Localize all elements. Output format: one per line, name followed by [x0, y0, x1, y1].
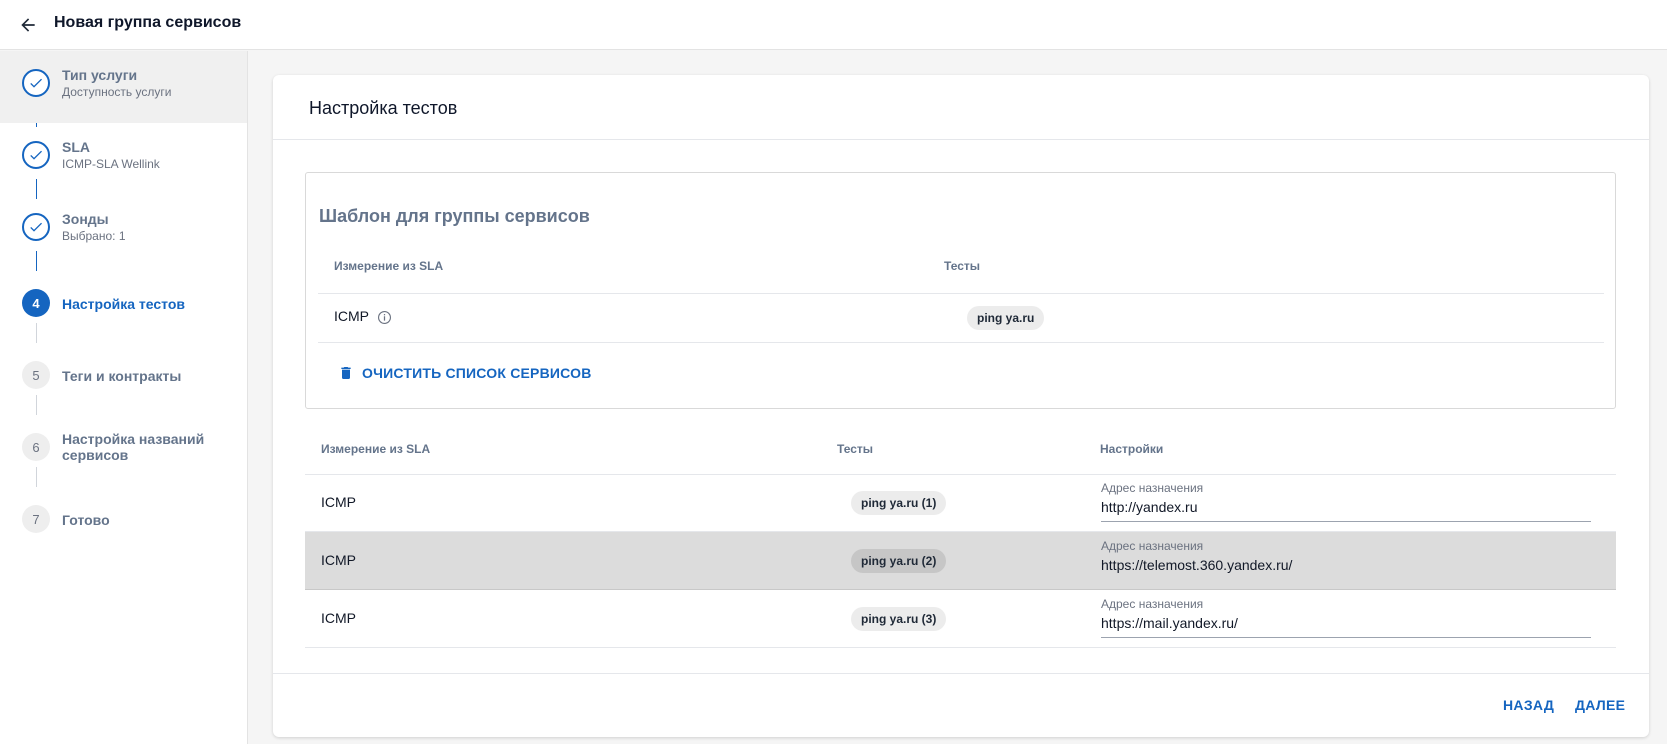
next-step-button[interactable]: ДАЛЕЕ	[1575, 697, 1625, 713]
services-col-settings: Настройки	[1100, 442, 1164, 456]
check-icon	[22, 213, 50, 241]
step-subtitle: ICMP-SLA Wellink	[62, 157, 160, 171]
step-title: Настройка тестов	[62, 296, 186, 312]
step-service-names[interactable]: 6 Настройка названий сервисов	[0, 411, 247, 483]
destination-address-label: Адрес назначения	[1101, 597, 1204, 611]
divider	[318, 342, 1604, 343]
step-title: SLA	[62, 139, 90, 155]
divider	[318, 293, 1604, 294]
card-title: Настройка тестов	[309, 98, 458, 118]
template-col-tests: Тесты	[944, 259, 981, 273]
step-test-settings[interactable]: 4 Настройка тестов	[0, 267, 247, 339]
step-subtitle: Доступность услуги	[62, 85, 172, 99]
step-number: 6	[22, 433, 50, 461]
step-title: Зонды	[62, 211, 109, 227]
step-subtitle: Выбрано: 1	[62, 229, 126, 243]
step-probes[interactable]: Зонды Выбрано: 1	[0, 195, 247, 267]
destination-address-input[interactable]: https://mail.yandex.ru/	[1101, 615, 1238, 631]
step-done[interactable]: 7 Готово	[0, 483, 247, 555]
step-title: Тип услуги	[62, 67, 138, 83]
step-title: Готово	[62, 512, 110, 528]
back-step-button[interactable]: НАЗАД	[1503, 697, 1554, 713]
step-title: Настройка названий сервисов	[62, 431, 205, 463]
destination-address-input[interactable]: http://yandex.ru	[1101, 499, 1198, 515]
clear-services-button[interactable]: ОЧИСТИТЬ СПИСОК СЕРВИСОВ	[338, 361, 592, 385]
step-sla[interactable]: SLA ICMP-SLA Wellink	[0, 123, 247, 195]
template-col-measurement: Измерение из SLA	[334, 259, 444, 273]
destination-address-label: Адрес назначения	[1101, 481, 1204, 495]
card-header: Настройка тестов	[273, 75, 1649, 140]
top-bar: Новая группа сервисов	[0, 0, 1667, 50]
divider	[305, 474, 1616, 475]
step-number: 5	[22, 361, 50, 389]
test-chip: ping ya.ru (2)	[851, 549, 947, 573]
step-service-type[interactable]: Тип услуги Доступность услуги	[0, 51, 247, 123]
page-title: Новая группа сервисов	[54, 14, 242, 31]
back-button[interactable]	[14, 11, 42, 39]
test-chip: ping ya.ru	[967, 306, 1045, 330]
arrow-left-icon	[21, 18, 35, 32]
services-col-tests: Тесты	[837, 442, 874, 456]
input-underline	[1101, 637, 1591, 638]
divider	[305, 647, 1616, 648]
input-underline	[1101, 521, 1591, 522]
trash-icon	[341, 367, 351, 379]
test-settings-card: Настройка тестов Шаблон для группы серви…	[273, 75, 1649, 737]
test-chip: ping ya.ru (3)	[851, 607, 947, 631]
info-icon[interactable]	[376, 309, 392, 325]
stepper-sidebar: Тип услуги Доступность услуги SLA ICMP-S…	[0, 51, 248, 744]
template-title: Шаблон для группы сервисов	[319, 206, 590, 226]
footer-divider	[273, 673, 1649, 674]
services-col-measurement: Измерение из SLA	[321, 442, 431, 456]
template-measurement: ICMP	[334, 308, 369, 324]
divider	[305, 589, 1616, 590]
destination-address-label: Адрес назначения	[1101, 539, 1204, 553]
row-measurement: ICMP	[321, 552, 356, 568]
check-icon	[22, 69, 50, 97]
template-panel: Шаблон для группы сервисов Измерение из …	[305, 172, 1616, 409]
step-tags-contracts[interactable]: 5 Теги и контракты	[0, 339, 247, 411]
step-number: 4	[22, 289, 50, 317]
check-icon	[22, 141, 50, 169]
row-measurement: ICMP	[321, 494, 356, 510]
row-measurement: ICMP	[321, 610, 356, 626]
table-row-highlighted[interactable]	[305, 532, 1616, 590]
destination-address-input[interactable]: https://telemost.360.yandex.ru/	[1101, 557, 1292, 573]
clear-services-label: ОЧИСТИТЬ СПИСОК СЕРВИСОВ	[362, 365, 592, 381]
test-chip: ping ya.ru (1)	[851, 491, 947, 515]
step-title: Теги и контракты	[62, 368, 182, 384]
step-number: 7	[22, 505, 50, 533]
